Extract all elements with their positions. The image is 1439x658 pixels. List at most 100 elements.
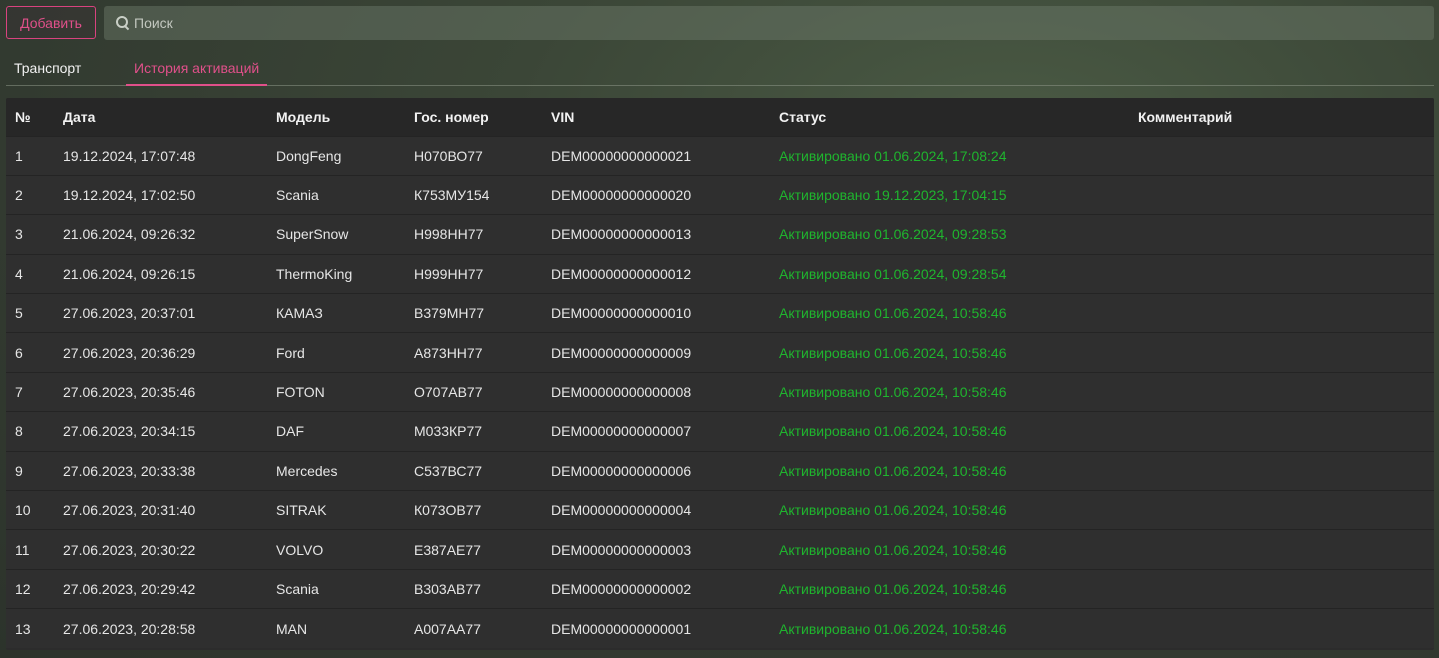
cell-number: 7 xyxy=(6,371,54,412)
table-row[interactable]: 11 27.06.2023, 20:30:22 VOLVO Е387АЕ77 DEM00… xyxy=(6,529,1434,570)
cell-comment xyxy=(1129,411,1434,452)
cell-plate: Е387АЕ77 xyxy=(405,529,542,570)
cell-vin: DEM00000000000010 xyxy=(542,293,770,333)
table-row[interactable]: 13 27.06.2023, 20:28:58 MAN А007АА77 DEM0000… xyxy=(6,608,1434,649)
cell-model: DongFeng xyxy=(267,135,405,176)
cell-status: Активировано 01.06.2024, 09:28:54 xyxy=(770,253,1129,294)
table-row[interactable]: 3 21.06.2024, 09:26:32 SuperSnow Н998НН77 DE… xyxy=(6,214,1434,255)
cell-date: 27.06.2023, 20:34:15 xyxy=(54,411,267,452)
cell-model: SITRAK xyxy=(267,490,405,530)
table-row[interactable]: 9 27.06.2023, 20:33:38 Mercedes С537ВС77 DEM… xyxy=(6,450,1434,491)
cell-date: 19.12.2024, 17:02:50 xyxy=(54,174,267,215)
cell-number: 1 xyxy=(6,135,54,176)
cell-number: 12 xyxy=(6,568,54,609)
cell-date: 27.06.2023, 20:37:01 xyxy=(54,293,267,333)
cell-status: Активировано 01.06.2024, 10:58:46 xyxy=(770,490,1129,530)
column-header-status[interactable]: Статус xyxy=(770,98,1129,136)
cell-plate: В379МН77 xyxy=(405,293,542,333)
cell-model: Ford xyxy=(267,332,405,373)
cell-status: Активировано 01.06.2024, 10:58:46 xyxy=(770,293,1129,333)
table-row[interactable]: 5 27.06.2023, 20:37:01 КАМАЗ В379МН77 DEM000… xyxy=(6,293,1434,333)
cell-comment xyxy=(1129,135,1434,176)
cell-comment xyxy=(1129,293,1434,333)
search-bar[interactable] xyxy=(104,6,1434,40)
table-row[interactable]: 12 27.06.2023, 20:29:42 Scania В303АВ77 DEM0… xyxy=(6,568,1434,609)
cell-model: ThermoKing xyxy=(267,253,405,294)
cell-plate: Н070ВО77 xyxy=(405,135,542,176)
cell-status: Активировано 01.06.2024, 09:28:53 xyxy=(770,214,1129,255)
cell-status: Активировано 01.06.2024, 10:58:46 xyxy=(770,608,1129,649)
activation-history-table: № Дата Модель Гос. номер VIN Статус Комм… xyxy=(6,98,1434,650)
cell-status: Активировано 01.06.2024, 10:58:46 xyxy=(770,529,1129,570)
cell-date: 21.06.2024, 09:26:15 xyxy=(54,253,267,294)
cell-vin: DEM00000000000012 xyxy=(542,253,770,294)
cell-number: 11 xyxy=(6,529,54,570)
cell-date: 27.06.2023, 20:35:46 xyxy=(54,371,267,412)
cell-model: SuperSnow xyxy=(267,214,405,255)
search-icon xyxy=(116,16,130,30)
tab-bar: Транспорт История активаций xyxy=(6,50,1434,86)
column-header-date[interactable]: Дата xyxy=(54,98,267,136)
column-header-comment[interactable]: Комментарий xyxy=(1129,98,1434,136)
table-row[interactable]: 8 27.06.2023, 20:34:15 DAF М033КР77 DEM00000… xyxy=(6,411,1434,452)
cell-comment xyxy=(1129,490,1434,530)
cell-number: 4 xyxy=(6,253,54,294)
cell-status: Активировано 01.06.2024, 10:58:46 xyxy=(770,411,1129,452)
cell-comment xyxy=(1129,332,1434,373)
table-row[interactable]: 1 19.12.2024, 17:07:48 DongFeng Н070ВО77 DEM… xyxy=(6,135,1434,176)
cell-number: 9 xyxy=(6,450,54,491)
cell-model: VOLVO xyxy=(267,529,405,570)
cell-model: Scania xyxy=(267,174,405,215)
tab-transport[interactable]: Транспорт xyxy=(6,50,89,86)
table-header-row: № Дата Модель Гос. номер VIN Статус Комм… xyxy=(6,98,1434,136)
cell-vin: DEM00000000000009 xyxy=(542,332,770,373)
cell-status: Активировано 01.06.2024, 10:58:46 xyxy=(770,568,1129,609)
cell-vin: DEM00000000000004 xyxy=(542,490,770,530)
cell-status: Активировано 01.06.2024, 10:58:46 xyxy=(770,371,1129,412)
cell-vin: DEM00000000000008 xyxy=(542,371,770,412)
cell-plate: К073ОВ77 xyxy=(405,490,542,530)
column-header-plate[interactable]: Гос. номер xyxy=(405,98,542,136)
cell-plate: Н999НН77 xyxy=(405,253,542,294)
tab-activation-history[interactable]: История активаций xyxy=(126,50,268,86)
cell-vin: DEM00000000000007 xyxy=(542,411,770,452)
toolbar: Добавить xyxy=(6,6,1434,40)
cell-plate: А873НН77 xyxy=(405,332,542,373)
cell-vin: DEM00000000000020 xyxy=(542,174,770,215)
cell-number: 3 xyxy=(6,214,54,255)
cell-comment xyxy=(1129,371,1434,412)
cell-plate: Н998НН77 xyxy=(405,214,542,255)
search-input[interactable] xyxy=(134,8,1414,38)
column-header-vin[interactable]: VIN xyxy=(542,98,770,136)
cell-date: 27.06.2023, 20:31:40 xyxy=(54,490,267,530)
table-row[interactable]: 2 19.12.2024, 17:02:50 Scania К753МУ154 DEM0… xyxy=(6,174,1434,215)
cell-model: Mercedes xyxy=(267,450,405,491)
cell-date: 27.06.2023, 20:36:29 xyxy=(54,332,267,373)
cell-status: Активировано 01.06.2024, 17:08:24 xyxy=(770,135,1129,176)
cell-model: DAF xyxy=(267,411,405,452)
cell-date: 21.06.2024, 09:26:32 xyxy=(54,214,267,255)
cell-model: MAN xyxy=(267,608,405,649)
cell-number: 10 xyxy=(6,490,54,530)
column-header-model[interactable]: Модель xyxy=(267,98,405,136)
cell-number: 13 xyxy=(6,608,54,649)
cell-comment xyxy=(1129,253,1434,294)
table-row[interactable]: 6 27.06.2023, 20:36:29 Ford А873НН77 DEM0000… xyxy=(6,332,1434,373)
cell-status: Активировано 19.12.2023, 17:04:15 xyxy=(770,174,1129,215)
add-button[interactable]: Добавить xyxy=(6,6,96,39)
cell-date: 19.12.2024, 17:07:48 xyxy=(54,135,267,176)
table-row[interactable]: 4 21.06.2024, 09:26:15 ThermoKing Н999НН77 D… xyxy=(6,253,1434,294)
cell-plate: С537ВС77 xyxy=(405,450,542,491)
cell-plate: К753МУ154 xyxy=(405,174,542,215)
cell-number: 5 xyxy=(6,293,54,333)
cell-vin: DEM00000000000001 xyxy=(542,608,770,649)
table-row[interactable]: 10 27.06.2023, 20:31:40 SITRAK К073ОВ77 DEM0… xyxy=(6,490,1434,530)
column-header-number[interactable]: № xyxy=(6,98,54,136)
cell-plate: О707АВ77 xyxy=(405,371,542,412)
cell-number: 2 xyxy=(6,174,54,215)
cell-plate: М033КР77 xyxy=(405,411,542,452)
cell-model: КАМАЗ xyxy=(267,293,405,333)
cell-comment xyxy=(1129,529,1434,570)
table-row[interactable]: 7 27.06.2023, 20:35:46 FOTON О707АВ77 DEM000… xyxy=(6,371,1434,412)
cell-number: 6 xyxy=(6,332,54,373)
